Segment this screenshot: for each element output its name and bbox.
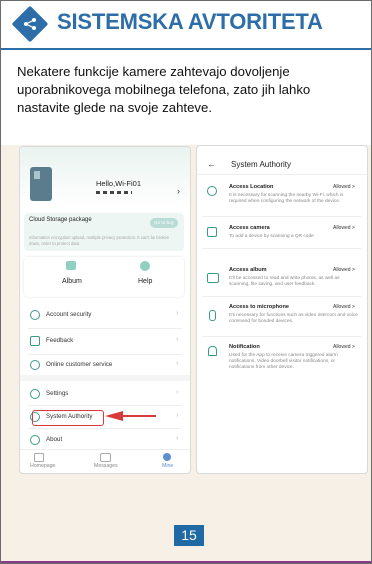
tab-homepage[interactable]: Homepage — [30, 463, 55, 469]
item-status[interactable]: Allowed > — [333, 267, 355, 273]
item-desc: It's necessary for functions such as vid… — [229, 313, 358, 324]
divider — [203, 248, 361, 249]
highlight-box — [32, 410, 104, 426]
chevron-right-icon: › — [176, 412, 179, 419]
page-number: 15 — [174, 525, 204, 546]
intro-text: Nekatere funkcije kamere zahtevajo dovol… — [17, 64, 311, 115]
chevron-right-icon[interactable]: › — [177, 186, 180, 196]
manual-page: SISTEMSKA AVTORITETA Nekatere funkcije k… — [0, 0, 372, 564]
menu-item-settings[interactable]: Settings — [46, 390, 68, 397]
cloud-storage-desc: Information encryption upload, multiple … — [29, 235, 170, 246]
location-icon — [207, 186, 217, 196]
item-status[interactable]: Allowed > — [333, 184, 355, 190]
menu-item-account-security[interactable]: Account security — [46, 311, 91, 318]
divider — [28, 405, 182, 406]
section-gap — [20, 375, 190, 381]
arrow-head — [105, 411, 123, 421]
album-label[interactable]: Album — [62, 278, 82, 285]
tab-messages[interactable]: Messages — [94, 463, 118, 469]
album-icon[interactable] — [66, 261, 76, 270]
item-status[interactable]: Allowed > — [333, 225, 355, 231]
item-desc: To add a device by scanning a QR code — [229, 234, 314, 239]
bell-icon — [208, 346, 217, 356]
headset-icon — [30, 360, 40, 370]
feedback-icon — [30, 336, 40, 346]
tabbar-divider — [20, 449, 190, 450]
menu-item-online-customer-service[interactable]: Online customer service — [46, 361, 112, 368]
divider — [28, 328, 182, 329]
chevron-right-icon: › — [176, 310, 179, 317]
chevron-right-icon: › — [176, 336, 179, 343]
item-title: Access camera — [229, 225, 270, 231]
share-icon — [24, 18, 36, 30]
menu-item-feedback[interactable]: Feedback — [46, 337, 73, 344]
help-label[interactable]: Help — [138, 278, 152, 285]
divider — [28, 428, 182, 429]
shield-icon — [30, 310, 40, 320]
menu-item-about[interactable]: About — [46, 436, 62, 443]
messages-icon[interactable] — [100, 453, 111, 462]
tab-mine[interactable]: Mine — [162, 463, 173, 469]
item-status[interactable]: Allowed > — [333, 304, 355, 310]
home-icon[interactable] — [34, 453, 44, 462]
divider — [28, 354, 182, 355]
shortcut-card — [24, 257, 184, 297]
camera-icon — [207, 227, 217, 237]
item-desc: It'll be accessed to read and write phot… — [229, 276, 340, 287]
settings-icon — [30, 389, 40, 399]
page-bottom-line — [1, 561, 371, 563]
avatar-detail — [34, 171, 40, 179]
item-desc: Used for the App to receive camera trigg… — [229, 353, 338, 370]
header-rule — [1, 48, 371, 50]
chevron-right-icon: › — [176, 389, 179, 396]
album-icon — [207, 273, 219, 283]
page-title: SISTEMSKA AVTORITETA — [57, 9, 323, 34]
mine-icon[interactable] — [163, 453, 171, 461]
divider — [203, 336, 361, 337]
cloud-storage-title: Cloud Storage package — [29, 217, 92, 223]
help-icon[interactable] — [140, 261, 150, 271]
profile-id-masked — [96, 191, 132, 194]
back-arrow-icon[interactable]: ← — [207, 159, 216, 169]
profile-name: Hello,Wi-Fi01 — [96, 179, 142, 188]
chevron-right-icon: › — [176, 435, 179, 442]
item-title: Access Location — [229, 184, 274, 190]
item-title: Notification — [229, 344, 260, 350]
divider — [203, 296, 361, 297]
screen-title: System Authority — [231, 160, 292, 169]
divider — [203, 216, 361, 217]
microphone-icon — [209, 310, 216, 321]
header: SISTEMSKA AVTORITETA — [1, 1, 371, 47]
arrow-shaft — [122, 415, 156, 417]
go-to-buy-button[interactable]: Go to buy — [150, 218, 178, 228]
item-desc: It is necessary for scanning the nearby … — [229, 193, 344, 204]
item-title: Access to microphone — [229, 304, 289, 310]
title-divider — [197, 174, 367, 175]
item-status[interactable]: Allowed > — [333, 344, 355, 350]
chevron-right-icon: › — [176, 360, 179, 367]
phone-system-authority-screen: ← System Authority Access Location Allow… — [196, 145, 368, 474]
item-title: Access album — [229, 267, 267, 273]
info-icon — [30, 435, 40, 445]
